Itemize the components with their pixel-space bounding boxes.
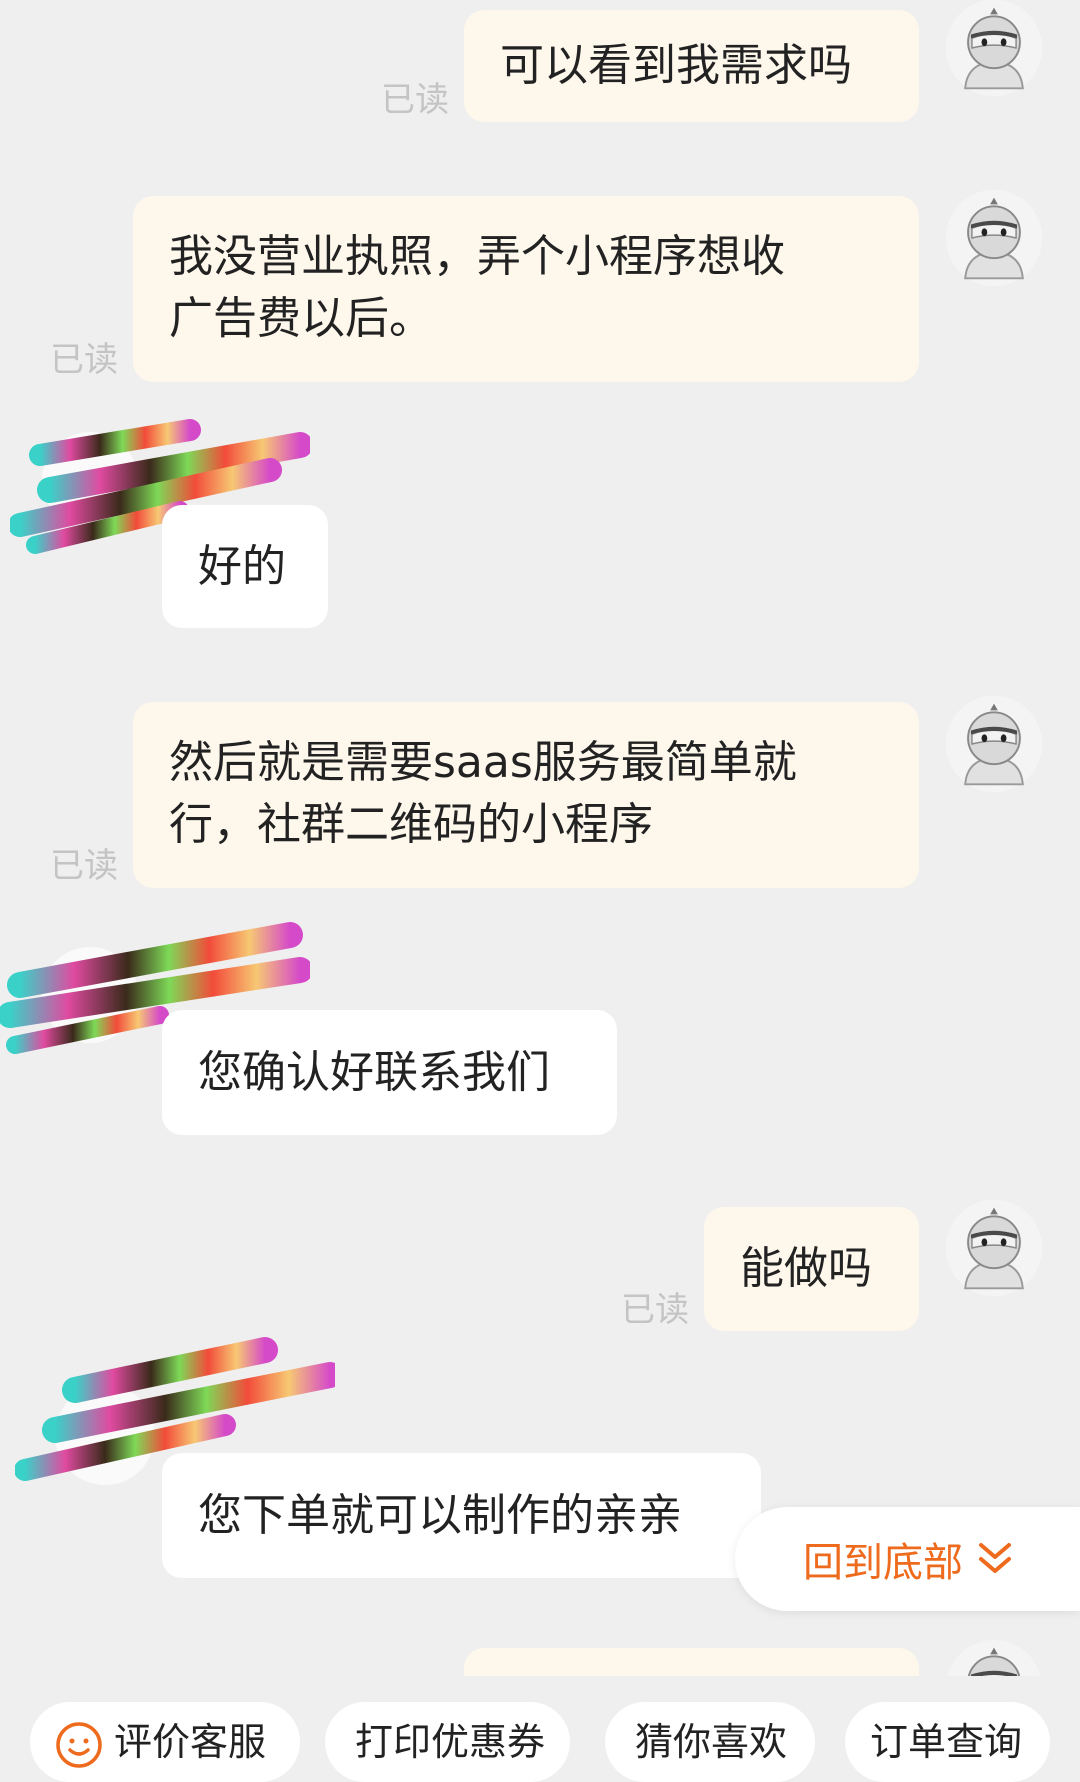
back-to-bottom-button[interactable]: 回到底部 [735, 1507, 1080, 1611]
quick-action-label: 猜你喜欢 [635, 1720, 788, 1764]
quick-actions-bar: 评价客服 打印优惠券 猜你喜欢 订单查询 [0, 1676, 1080, 1782]
outgoing-message-bubble[interactable]: 能做吗 [704, 1207, 919, 1331]
message-text-line: 行，社群二维码的小程序 [169, 799, 653, 850]
incoming-message-bubble[interactable]: 好的 [162, 505, 328, 628]
quick-action-label: 评价客服 [114, 1720, 267, 1764]
read-status: 已读 [621, 1290, 689, 1330]
ninja-avatar-icon [946, 696, 1042, 792]
quick-action-print-coupon[interactable]: 打印优惠券 [325, 1702, 570, 1782]
user-avatar[interactable] [946, 190, 1042, 286]
back-to-bottom-label: 回到底部 [803, 1540, 963, 1586]
read-status: 已读 [381, 80, 449, 120]
message-text: 您确认好联系我们 [198, 1047, 550, 1098]
read-status: 已读 [50, 846, 118, 886]
outgoing-message-bubble[interactable]: 我没营业执照，弄个小程序想收 广告费以后。 [133, 196, 919, 382]
ninja-avatar-icon [946, 1640, 1042, 1680]
message-text: 您下单就可以制作的亲亲 [198, 1490, 682, 1541]
user-avatar[interactable] [946, 1200, 1042, 1296]
message-text: 好的 [198, 541, 286, 592]
quick-action-label: 订单查询 [870, 1720, 1023, 1764]
outgoing-message-bubble[interactable]: 可以看到我需求吗 [464, 10, 919, 122]
message-text: 能做吗 [740, 1243, 872, 1294]
read-status: 已读 [50, 340, 118, 380]
smiley-face-icon [56, 1721, 102, 1768]
ninja-avatar-icon [946, 190, 1042, 286]
incoming-message-bubble[interactable]: 您确认好联系我们 [162, 1010, 617, 1135]
double-chevron-down-icon [979, 1543, 1011, 1573]
message-text-line: 然后就是需要saas服务最简单就 [169, 737, 797, 788]
user-avatar[interactable] [946, 696, 1042, 792]
user-avatar[interactable] [946, 0, 1042, 96]
message-text-line: 广告费以后。 [169, 293, 433, 344]
quick-action-guess-you-like[interactable]: 猜你喜欢 [605, 1702, 815, 1782]
ninja-avatar-icon [946, 0, 1042, 96]
outgoing-message-bubble[interactable]: 然后就是需要saas服务最简单就 行，社群二维码的小程序 [133, 702, 919, 888]
incoming-message-bubble[interactable]: 您下单就可以制作的亲亲 [162, 1453, 761, 1578]
quick-action-order-query[interactable]: 订单查询 [845, 1702, 1050, 1782]
quick-action-rate-service[interactable]: 评价客服 [30, 1702, 300, 1782]
chat-area[interactable]: 可以看到我需求吗 已读 我没营业执照，弄个小程序想收 广告费以后。 已读 好的 … [0, 0, 1080, 1680]
ninja-avatar-icon [946, 1200, 1042, 1296]
user-avatar-partial [946, 1640, 1042, 1680]
quick-action-label: 打印优惠券 [355, 1720, 546, 1764]
message-text: 可以看到我需求吗 [500, 40, 852, 91]
message-text-line: 我没营业执照，弄个小程序想收 [169, 231, 785, 282]
